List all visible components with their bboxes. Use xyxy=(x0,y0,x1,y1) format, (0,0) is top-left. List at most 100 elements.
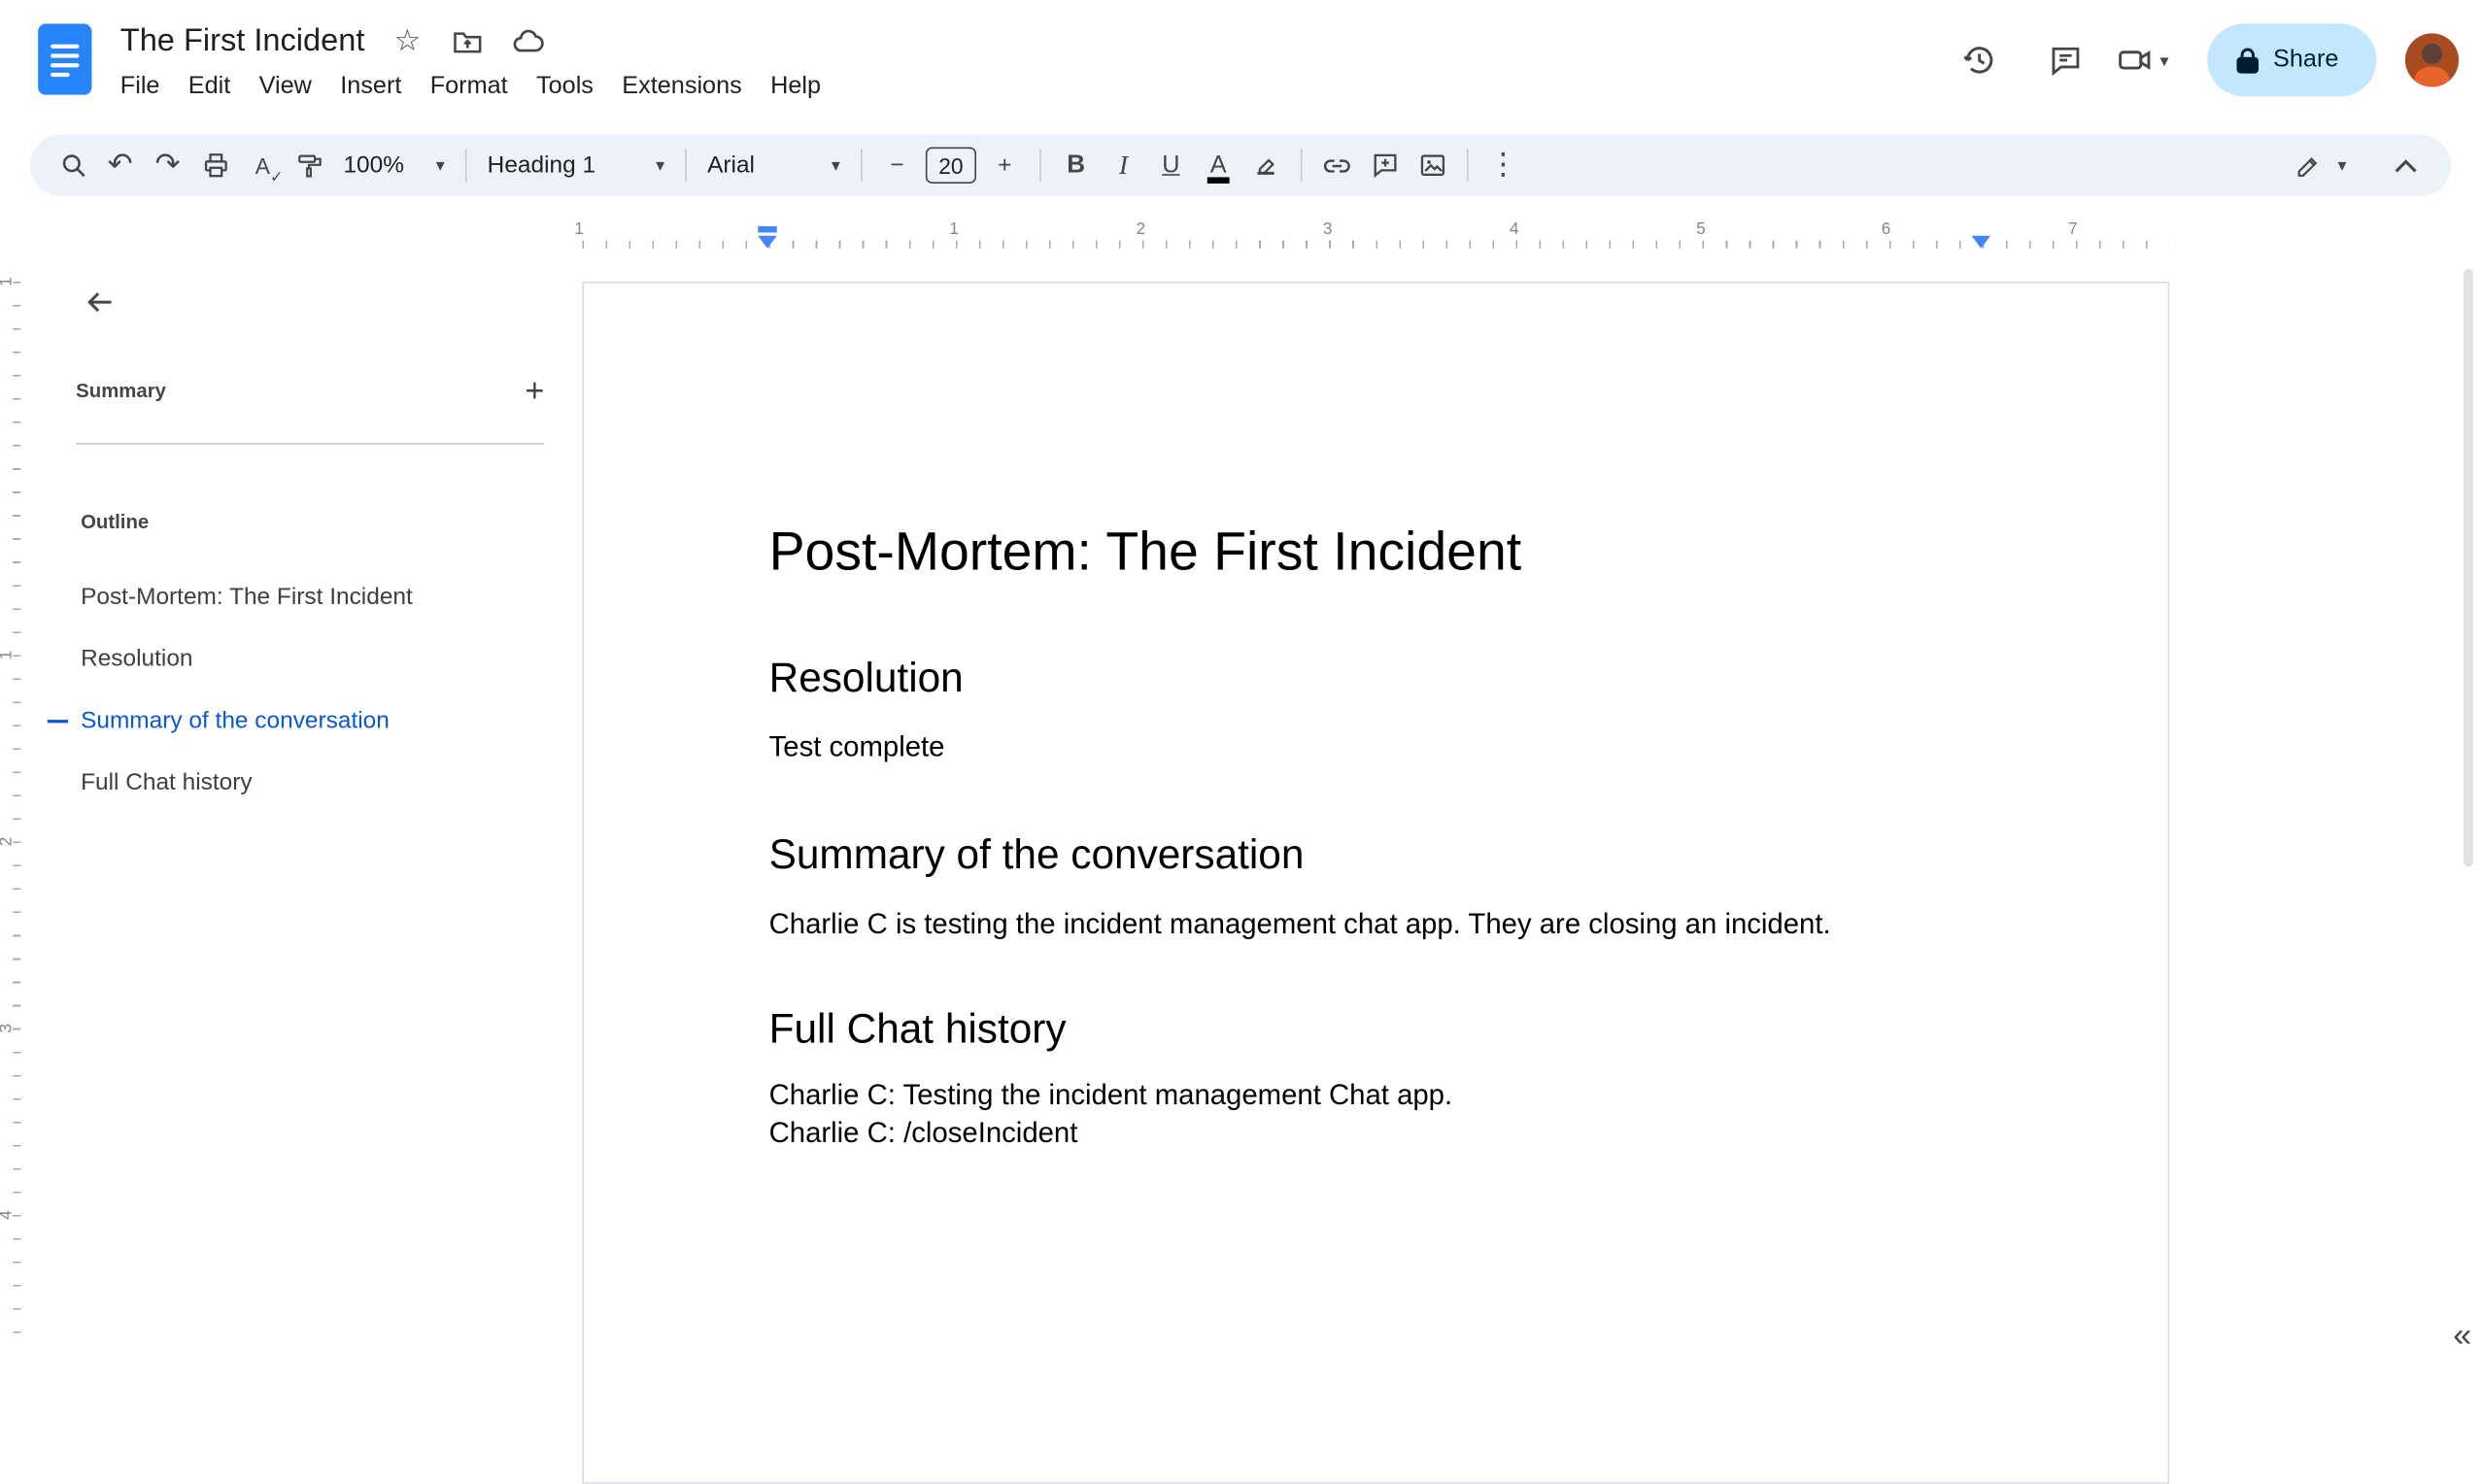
right-indent-marker[interactable] xyxy=(1971,235,1991,249)
pencil-icon xyxy=(2298,156,2319,177)
menu-insert[interactable]: Insert xyxy=(326,70,416,105)
add-summary-button[interactable]: + xyxy=(525,374,544,407)
increase-font-size-button[interactable]: + xyxy=(981,142,1029,189)
menu-tools[interactable]: Tools xyxy=(522,70,607,105)
decrease-font-size-button[interactable]: − xyxy=(873,142,921,189)
font-size-input[interactable]: 20 xyxy=(925,147,976,184)
document-page[interactable]: Post-Mortem: The First Incident Resoluti… xyxy=(582,281,2170,1484)
paint-format-icon[interactable] xyxy=(287,142,334,189)
divider xyxy=(1300,149,1303,183)
add-comment-icon[interactable] xyxy=(1361,142,1409,189)
horizontal-ruler: 1 1 2 3 4 5 6 7 xyxy=(28,215,2481,256)
google-docs-window: The First Incident ☆ File Edit View Inse xyxy=(0,0,2481,1484)
doc-paragraph[interactable]: Test complete xyxy=(769,727,1982,765)
divider xyxy=(1466,149,1469,183)
menu-format[interactable]: Format xyxy=(416,70,522,105)
outline-item[interactable]: Full Chat history xyxy=(28,752,582,814)
zoom-select[interactable]: 100% ▾ xyxy=(334,142,455,189)
undo-icon[interactable]: ↶ xyxy=(96,142,144,189)
move-folder-icon[interactable] xyxy=(450,23,485,58)
ruler-ticks xyxy=(13,281,21,1345)
menu-extensions[interactable]: Extensions xyxy=(608,70,757,105)
ruler-number: 7 xyxy=(2068,219,2078,239)
ruler-number: 1 xyxy=(574,219,584,239)
chevron-down-icon: ▾ xyxy=(435,156,445,176)
outline-item[interactable]: Resolution xyxy=(28,628,582,691)
doc-paragraph[interactable]: Charlie C is testing the incident manage… xyxy=(769,905,1982,943)
doc-section-heading[interactable]: Full Chat history xyxy=(769,1003,1982,1054)
doc-paragraph[interactable]: Charlie C: /closeIncident xyxy=(769,1114,1982,1152)
divider xyxy=(685,149,687,183)
title-block: The First Incident ☆ File Edit View Inse xyxy=(120,17,835,105)
print-icon[interactable] xyxy=(191,142,239,189)
editing-mode-select[interactable]: ▾ xyxy=(2295,152,2347,180)
paragraph-style-select[interactable]: Heading 1 ▾ xyxy=(478,142,674,189)
doc-section-heading[interactable]: Resolution xyxy=(769,652,1982,702)
first-line-indent-marker[interactable] xyxy=(758,225,777,233)
text-color-swatch xyxy=(1207,177,1230,184)
redo-icon[interactable]: ↷ xyxy=(144,142,191,189)
divider xyxy=(861,149,863,183)
chevron-down-icon: ▾ xyxy=(656,156,665,176)
spellcheck-icon[interactable]: A ✓ xyxy=(239,142,287,189)
menu-file[interactable]: File xyxy=(106,70,174,105)
underline-button[interactable]: U xyxy=(1147,142,1195,189)
video-call-button[interactable]: ▾ xyxy=(2116,41,2169,79)
font-select[interactable]: Arial ▾ xyxy=(697,142,849,189)
docs-logo-icon[interactable] xyxy=(38,23,92,95)
vertical-scrollbar[interactable] xyxy=(2464,268,2473,867)
menu-help[interactable]: Help xyxy=(756,70,834,105)
avatar[interactable] xyxy=(2404,33,2460,87)
hide-menus-icon[interactable] xyxy=(2381,142,2429,189)
ruler-number: 4 xyxy=(1510,219,1519,239)
italic-button[interactable]: I xyxy=(1100,142,1147,189)
text-color-button[interactable]: A xyxy=(1195,142,1242,189)
collapse-side-icon[interactable]: « xyxy=(2453,1318,2471,1356)
outline-label: Outline xyxy=(81,511,150,533)
share-button[interactable]: Share xyxy=(2206,23,2377,97)
summary-header: Summary + xyxy=(76,373,544,408)
ruler-number: 2 xyxy=(0,837,16,847)
ruler-number: 3 xyxy=(0,1024,16,1033)
toolbar-right-group: ▾ xyxy=(2295,142,2430,189)
menu-view[interactable]: View xyxy=(245,70,326,105)
divider xyxy=(464,149,467,183)
top-bar-actions: ▾ Share xyxy=(1945,20,2460,99)
comments-icon[interactable] xyxy=(2030,25,2100,95)
outline-item[interactable]: Post-Mortem: The First Incident xyxy=(28,566,582,628)
ruler-number: 5 xyxy=(1696,219,1706,239)
ruler-number: 1 xyxy=(0,651,16,660)
insert-image-icon[interactable] xyxy=(1409,142,1456,189)
ruler-ticks xyxy=(582,240,2170,249)
left-indent-marker[interactable] xyxy=(758,235,777,249)
menu-edit[interactable]: Edit xyxy=(174,70,245,105)
version-history-icon[interactable] xyxy=(1945,25,2015,95)
ruler-number: 4 xyxy=(0,1210,16,1220)
chevron-down-icon[interactable]: ▾ xyxy=(2160,50,2169,71)
doc-title-heading[interactable]: Post-Mortem: The First Incident xyxy=(769,519,1982,585)
ruler-number: 3 xyxy=(1322,219,1333,239)
search-icon[interactable] xyxy=(49,142,96,189)
menu-bar: File Edit View Insert Format Tools Exten… xyxy=(106,70,835,105)
ruler-number: 1 xyxy=(0,277,16,287)
ruler-number: 2 xyxy=(1136,219,1146,239)
bold-button[interactable]: B xyxy=(1052,142,1100,189)
highlight-color-icon[interactable] xyxy=(1242,142,1290,189)
star-icon[interactable]: ☆ xyxy=(391,23,425,58)
cloud-status-icon[interactable] xyxy=(510,23,545,58)
outline-item-active[interactable]: Summary of the conversation xyxy=(28,690,582,752)
ruler-number: 6 xyxy=(1881,219,1891,239)
divider xyxy=(1039,149,1041,183)
summary-label: Summary xyxy=(76,379,167,402)
document-title[interactable]: The First Incident xyxy=(120,23,365,59)
doc-section-heading[interactable]: Summary of the conversation xyxy=(769,829,1982,880)
outline-list: Post-Mortem: The First Incident Resoluti… xyxy=(28,566,582,813)
more-options-icon[interactable]: ⋮ xyxy=(1479,142,1527,189)
insert-link-icon[interactable] xyxy=(1313,142,1361,189)
chevron-down-icon: ▾ xyxy=(831,156,840,176)
ruler-number: 1 xyxy=(949,219,959,239)
active-indicator xyxy=(47,720,69,724)
doc-paragraph[interactable]: Charlie C: Testing the incident manageme… xyxy=(769,1076,1982,1114)
back-icon[interactable] xyxy=(79,282,119,322)
toolbar: ↶ ↷ A ✓ 100% ▾ Heading 1 ▾ Arial ▾ − 20 … xyxy=(29,134,2452,196)
